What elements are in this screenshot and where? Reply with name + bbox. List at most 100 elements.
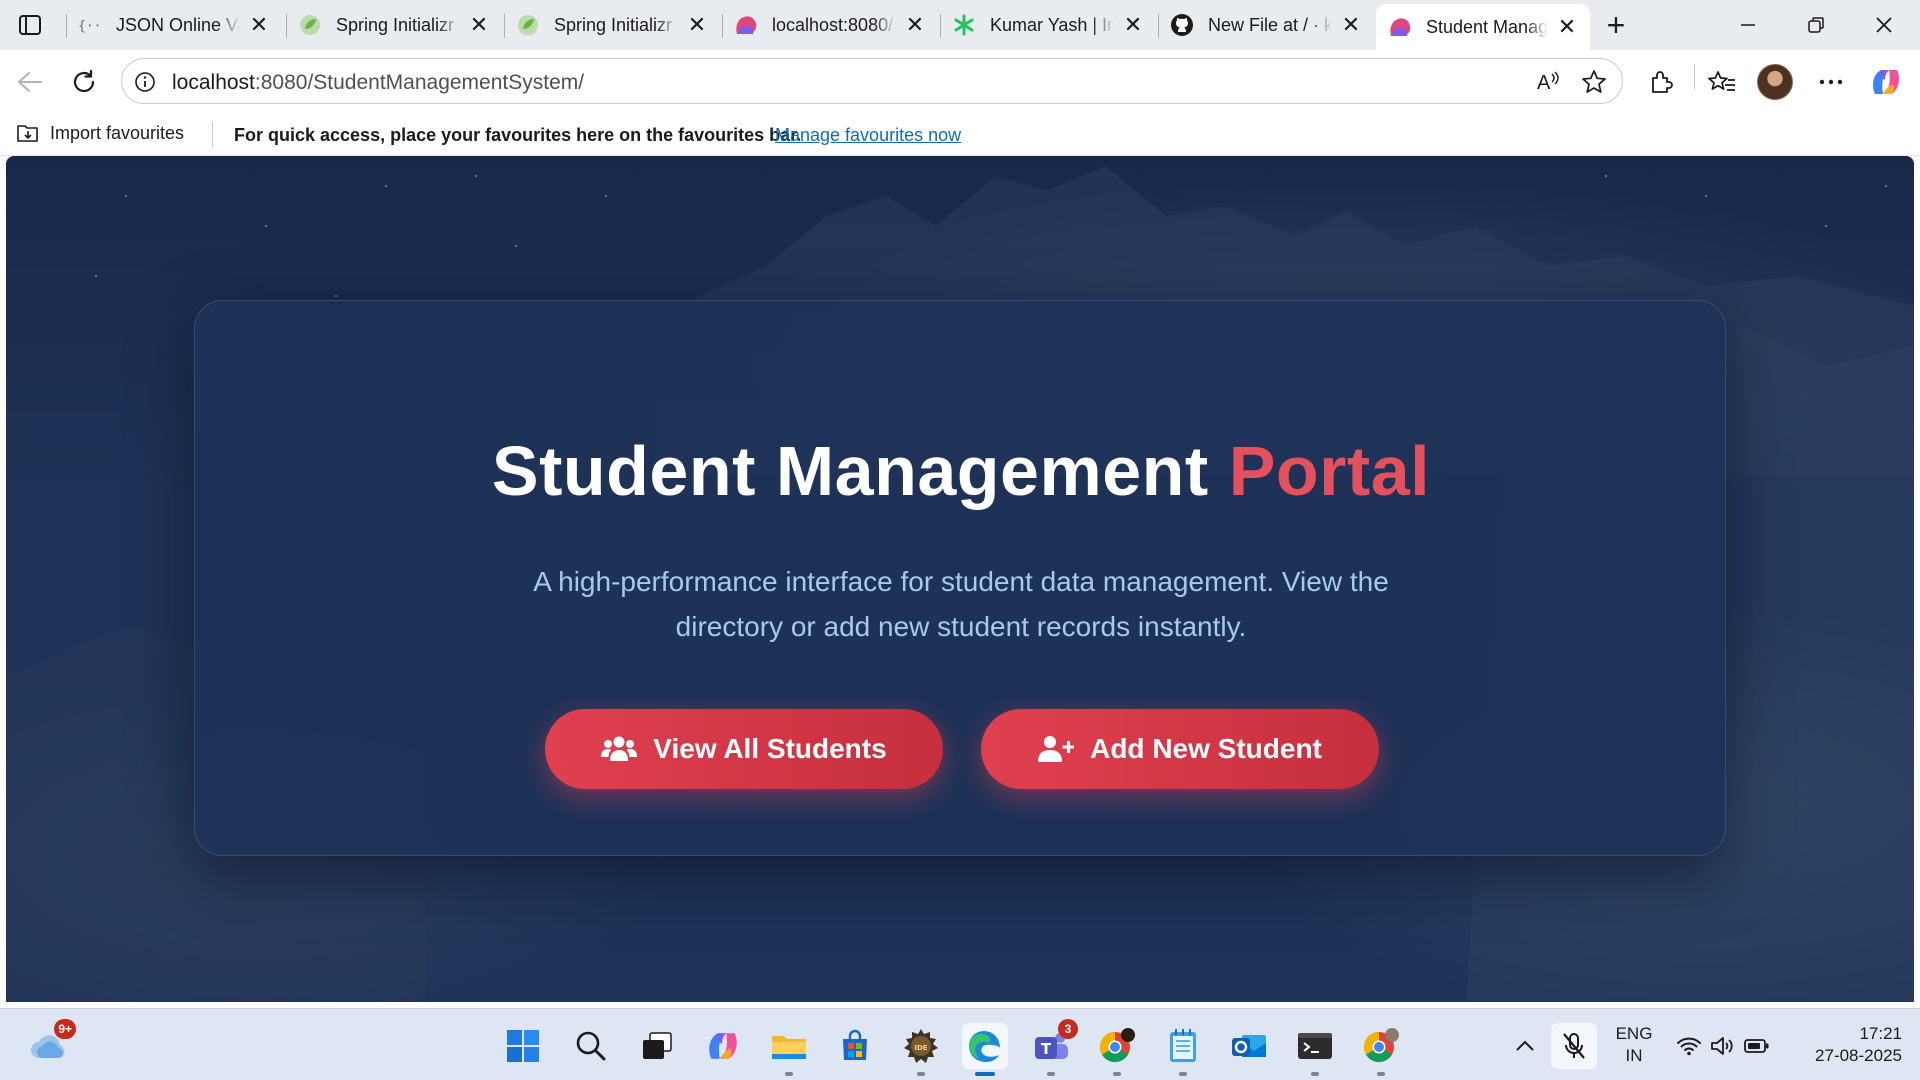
chrome-icon: [1363, 1028, 1399, 1063]
running-indicator: [1179, 1072, 1187, 1076]
back-button[interactable]: [10, 62, 50, 102]
file-explorer-button[interactable]: [766, 1023, 812, 1076]
address-bar[interactable]: localhost:8080/StudentManagementSystem/ …: [121, 58, 1623, 104]
add-favourite-star-icon[interactable]: [1579, 67, 1609, 97]
start-icon: [507, 1030, 539, 1062]
show-hidden-icons-button[interactable]: [1502, 1023, 1548, 1069]
running-indicator: [975, 1072, 995, 1076]
page-icon: [1388, 15, 1412, 39]
add-new-student-button[interactable]: Add New Student: [981, 709, 1379, 789]
page-subtitle: A high-performance interface for student…: [533, 566, 1389, 642]
url-host: localhost: [172, 71, 255, 94]
java-ide-icon: IDE: [904, 1029, 938, 1063]
refresh-button[interactable]: [64, 62, 104, 102]
refresh-icon: [73, 69, 95, 93]
users-icon: [601, 736, 638, 761]
minimize-button[interactable]: [1714, 0, 1782, 50]
extensions-button[interactable]: [1641, 62, 1681, 102]
close-tab-icon[interactable]: ✕: [466, 12, 492, 38]
store-button[interactable]: [832, 1023, 878, 1069]
language-indicator[interactable]: ENG IN: [1608, 1023, 1660, 1067]
quick-settings-button[interactable]: [1668, 1023, 1778, 1069]
tab-localhost[interactable]: localhost:8080/StudentManagementSystem ✕: [722, 6, 938, 44]
chrome-profile-button[interactable]: [1094, 1023, 1140, 1076]
terminal-button[interactable]: [1292, 1023, 1338, 1076]
clock-time: 17:21: [1859, 1024, 1902, 1043]
manage-favourites-link[interactable]: Manage favourites now: [775, 125, 961, 146]
favourites-button[interactable]: [1702, 62, 1742, 102]
task-view-button[interactable]: [634, 1023, 680, 1069]
url-path: :8080/StudentManagementSystem/: [254, 71, 585, 94]
tab-actions-icon: [19, 15, 41, 35]
restore-icon: [1808, 17, 1824, 33]
tab-actions-menu-button[interactable]: [10, 8, 50, 42]
favourites-prompt: For quick access, place your favourites …: [234, 125, 802, 145]
edge-button[interactable]: [962, 1023, 1008, 1076]
tab-github[interactable]: New File at / · kumar ✕: [1158, 6, 1374, 44]
restore-button[interactable]: [1782, 0, 1850, 50]
store-icon: [843, 1029, 867, 1060]
battery-icon: [1744, 1039, 1769, 1053]
outlook-icon: [1232, 1035, 1266, 1057]
chrome-button[interactable]: [1358, 1023, 1404, 1076]
tab-instagram[interactable]: Kumar Yash | Instagram ✕: [940, 6, 1156, 44]
page-title-accent: Portal: [1228, 432, 1431, 510]
volume-icon: [1711, 1037, 1733, 1055]
weather-widget[interactable]: 9+: [26, 1019, 76, 1069]
svg-text:T: T: [1041, 1040, 1052, 1058]
teams-button[interactable]: T 3: [1028, 1019, 1078, 1076]
page-viewport: Student Management Portal A high-perform…: [6, 156, 1914, 1002]
svg-text:{···}: {···}: [78, 19, 102, 34]
view-all-students-button[interactable]: View All Students: [545, 709, 943, 789]
teams-notification-badge: 3: [1058, 1019, 1078, 1039]
github-icon: [1170, 13, 1194, 37]
search-button[interactable]: [568, 1023, 614, 1069]
import-favourites-button[interactable]: Import favourites: [16, 122, 184, 144]
profile-avatar[interactable]: [1757, 64, 1793, 100]
new-tab-button[interactable]: +: [1598, 7, 1634, 43]
minimize-icon: [1741, 24, 1755, 26]
close-window-button[interactable]: [1850, 0, 1918, 50]
user-plus-icon: [1038, 736, 1075, 762]
tab-student-portal[interactable]: Student Management Portal ✕: [1376, 4, 1590, 50]
spring-icon: [516, 13, 540, 37]
navigation-bar: localhost:8080/StudentManagementSystem/ …: [0, 50, 1920, 114]
java-ide-button[interactable]: IDE: [898, 1023, 944, 1076]
close-tab-icon[interactable]: ✕: [902, 12, 928, 38]
tab-title: New File at / · kumar: [1208, 14, 1332, 35]
toolbar-separator: [1694, 64, 1695, 90]
tab-title: Spring Initializr: [336, 14, 455, 35]
copilot-icon: [1873, 70, 1899, 94]
tab-json-validator[interactable]: {···} JSON Online Validator and Formatte…: [66, 6, 282, 44]
task-view-icon: [643, 1032, 672, 1059]
language-label: ENG: [1615, 1024, 1653, 1043]
close-tab-icon[interactable]: ✕: [1338, 12, 1364, 38]
chrome-profile-icon: [1099, 1028, 1135, 1063]
import-folder-icon: [17, 125, 38, 142]
microphone-muted-icon: [1563, 1033, 1585, 1059]
outlook-button[interactable]: [1226, 1023, 1272, 1069]
tab-title: localhost:8080/StudentManagementSystem: [772, 14, 896, 35]
copilot-button[interactable]: [1866, 62, 1906, 102]
close-tab-icon[interactable]: ✕: [1120, 12, 1146, 38]
microphone-button[interactable]: [1551, 1023, 1597, 1069]
asterisk-icon: [952, 13, 976, 37]
close-tab-icon[interactable]: ✕: [246, 12, 272, 38]
close-tab-icon[interactable]: ✕: [684, 12, 710, 38]
tab-title: JSON Online Validator and Formatter: [116, 14, 240, 35]
tab-spring-initializr-2[interactable]: Spring Initializr ✕: [504, 6, 720, 44]
settings-more-button[interactable]: [1811, 62, 1851, 102]
url-text[interactable]: localhost:8080/StudentManagementSystem/: [172, 71, 584, 95]
close-tab-icon[interactable]: ✕: [1554, 14, 1580, 40]
more-dots-icon: [1819, 79, 1843, 85]
clock[interactable]: 17:21 27-08-2025: [1790, 1023, 1902, 1067]
read-aloud-icon[interactable]: A: [1534, 67, 1564, 97]
tab-spring-initializr-1[interactable]: Spring Initializr ✕: [286, 6, 502, 44]
copilot-taskbar-button[interactable]: [700, 1023, 746, 1069]
running-indicator: [1113, 1072, 1121, 1076]
add-new-student-label: Add New Student: [1090, 733, 1322, 764]
start-button[interactable]: [500, 1023, 546, 1069]
site-info-icon[interactable]: [132, 69, 158, 95]
import-favourites-label: Import favourites: [50, 122, 185, 143]
notepad-button[interactable]: [1160, 1023, 1206, 1076]
